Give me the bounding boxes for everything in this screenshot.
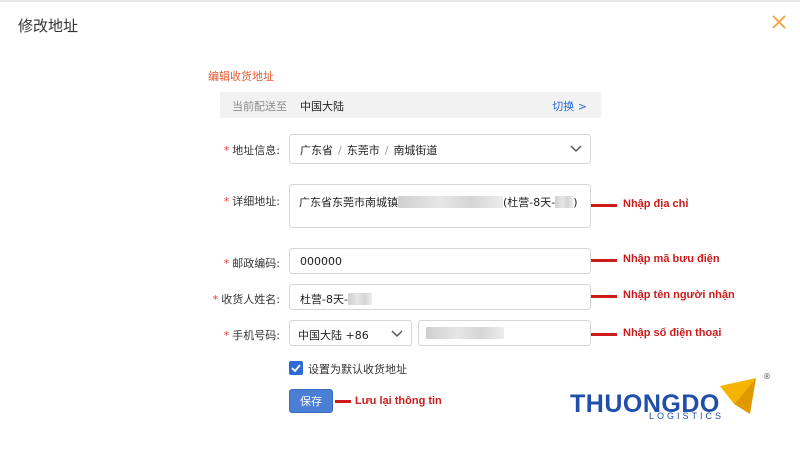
country-code-value: 中国大陆 +86	[298, 329, 369, 342]
recipient-label: * 收货人姓名:	[212, 293, 280, 306]
postal-code-value: 000000	[300, 255, 342, 268]
destination-value: 中国大陆	[300, 100, 344, 113]
annotation-arrow	[591, 259, 617, 262]
recipient-name-input[interactable]: 杜营-8天-	[289, 284, 591, 310]
city-value: 东莞市	[346, 144, 380, 157]
annotation-save: Lưu lại thông tin	[355, 395, 442, 407]
annotation-phone: Nhập số điện thoại	[623, 327, 722, 339]
phone-number-input[interactable]	[418, 320, 591, 346]
save-button[interactable]: 保存	[289, 389, 333, 413]
detail-address-value: 广东省东莞市南城镇 (杜营-8天-)	[299, 196, 578, 209]
region-label: * 地址信息:	[223, 144, 280, 157]
annotation-arrow	[591, 204, 617, 207]
annotation-arrow	[591, 295, 617, 298]
annotation-recipient: Nhập tên người nhận	[623, 289, 735, 301]
phone-label: * 手机号码:	[223, 329, 280, 342]
thuongdo-logo: THUONGDO LOGISTICS ®	[570, 372, 775, 426]
postal-code-input[interactable]: 000000	[289, 248, 591, 274]
postal-label: * 邮政编码:	[223, 257, 280, 270]
detail-address-input[interactable]: 广东省东莞市南城镇 (杜营-8天-)	[289, 184, 591, 228]
destination-bar: 当前配送至 中国大陆 切换 >	[220, 92, 601, 118]
registered-mark: ®	[763, 372, 771, 381]
dialog-title: 修改地址	[18, 17, 79, 35]
detail-label: * 详细地址:	[223, 195, 280, 208]
top-strip	[0, 0, 800, 2]
default-address-checkbox[interactable]	[289, 361, 303, 375]
annotation-arrow	[335, 400, 351, 403]
region-breadcrumb: 广东省 / 东莞市 / 南城街道	[300, 144, 438, 157]
redacted-text	[347, 293, 372, 305]
district-value: 南城街道	[393, 144, 438, 157]
annotation-arrow	[591, 333, 617, 336]
region-select[interactable]: 广东省 / 东莞市 / 南城街道	[289, 134, 591, 164]
redacted-text	[426, 327, 504, 339]
switch-destination-link[interactable]: 切换 >	[552, 98, 587, 114]
default-address-label: 设置为默认收货地址	[308, 363, 407, 376]
check-icon	[291, 364, 301, 373]
logo-sub-text: LOGISTICS	[649, 411, 725, 421]
recipient-name-value: 杜营-8天-	[300, 291, 372, 307]
annotation-address: Nhập địa chỉ	[623, 198, 689, 210]
province-value: 广东省	[300, 144, 333, 157]
section-title: 编辑收货地址	[208, 70, 274, 83]
destination-label: 当前配送至	[232, 100, 287, 113]
chevron-down-icon	[570, 145, 582, 152]
close-icon[interactable]	[770, 13, 788, 31]
country-code-select[interactable]: 中国大陆 +86	[289, 320, 412, 346]
chevron-down-icon	[391, 330, 403, 337]
redacted-text	[398, 196, 503, 208]
redacted-text	[555, 196, 574, 208]
annotation-postal: Nhập mã bưu điện	[623, 253, 720, 265]
